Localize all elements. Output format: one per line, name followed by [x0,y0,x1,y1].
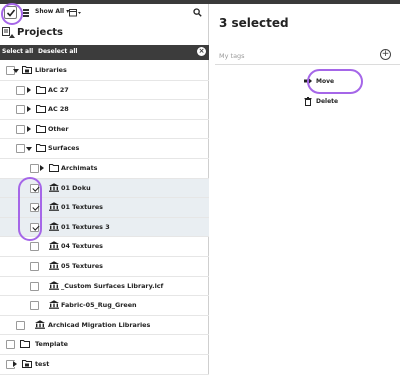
library-folder-icon [22,359,32,370]
tree-row[interactable]: Libraries [0,61,209,81]
folder-icon [36,143,46,154]
row-checkbox[interactable] [16,320,25,330]
tags-placeholder: My tags [219,52,245,60]
row-checkbox[interactable] [30,242,39,252]
tree-row-label: Template [35,340,68,349]
projects-panel: Show All ▾ Projects Select all Deselect … [0,3,209,375]
tree-row-label: 04 Textures [61,242,103,251]
row-checkbox[interactable] [30,262,39,271]
tree-row[interactable]: Archimats [0,159,209,179]
row-checkbox[interactable] [16,124,25,134]
row-checkbox[interactable] [30,301,39,311]
selection-bar: Select all Deselect all × [0,45,209,60]
tree-row-label: 05 Textures [61,262,103,270]
library-icon [49,202,59,213]
tree-row[interactable]: _Custom Surfaces Library.lcf [0,277,209,297]
list-view-icon[interactable] [23,9,29,17]
library-icon [49,300,59,311]
tree-row-label: Libraries [35,66,67,74]
delete-label: Delete [316,98,339,105]
folder-icon [36,85,46,96]
tree-row-label: 01 Doku [61,183,91,192]
tags-field[interactable]: My tags + [215,48,400,65]
projects-header: Projects [0,24,209,44]
library-icon [49,280,59,292]
select-all-button[interactable]: Select all [2,48,33,55]
tree-row-label: AC 28 [48,105,69,114]
trash-icon [304,97,312,108]
tree-row[interactable]: Template [0,335,209,355]
delete-button[interactable]: Delete [304,97,339,106]
tree-row[interactable]: Archicad Migration Libraries [0,316,209,336]
chevron-down-icon[interactable] [26,147,32,152]
row-checkbox[interactable] [30,164,39,173]
page-title: Projects [17,27,64,38]
chevron-right-icon[interactable] [40,165,44,171]
row-checkbox[interactable] [6,340,15,350]
tree-row[interactable]: Other [0,120,209,140]
tree-row-label: AC 27 [48,85,69,94]
folder-icon [49,163,59,174]
close-icon[interactable]: × [197,47,206,56]
highlight-circle [1,3,23,25]
tree-row-label: Other [48,124,69,133]
filter-label: Show All [35,8,65,15]
tree-row-label: test [35,360,50,368]
row-checkbox[interactable] [16,105,25,115]
filter-dropdown[interactable]: Show All ▾ [35,8,69,15]
tree-row[interactable]: AC 27 [0,81,209,101]
row-checkbox[interactable] [16,85,25,95]
detail-panel: 3 selected My tags + Move Delete [210,4,400,375]
calendar-sort-icon[interactable] [69,8,81,19]
tree-row[interactable]: Fabric-05_Rug_Green [0,296,209,316]
highlight-oval [307,69,363,94]
tree-row-label: 01 Textures 3 [61,222,110,231]
folder-icon [20,339,30,350]
tree-row[interactable]: AC 28 [0,100,209,120]
add-tag-icon[interactable]: + [380,49,391,60]
tree-row[interactable]: 05 Textures [0,257,209,277]
tree-row-label: _Custom Surfaces Library.lcf [61,281,164,290]
library-icon [49,261,59,272]
chevron-right-icon[interactable] [13,361,17,367]
chevron-right-icon[interactable] [27,106,31,113]
tree-row-label: Archimats [61,164,98,172]
tree-row-label: Archicad Migration Libraries [48,320,151,329]
tree-row[interactable]: Surfaces [0,139,209,159]
projects-icon [2,27,15,41]
row-checkbox[interactable] [16,144,25,154]
folder-icon [36,124,46,135]
deselect-all-button[interactable]: Deselect all [38,48,78,55]
highlight-oval [18,177,42,241]
library-icon [35,320,45,331]
tree-row-label: Fabric-05_Rug_Green [61,301,137,310]
selection-count-title: 3 selected [219,16,289,30]
tree-row-label: 01 Textures [61,203,103,212]
library-folder-icon [22,65,32,76]
tree-row[interactable]: test [0,355,209,375]
chevron-right-icon[interactable] [27,125,31,132]
row-checkbox[interactable] [30,281,39,291]
folder-icon [36,104,46,115]
library-icon [49,182,59,194]
tree-row-label: Surfaces [48,144,80,153]
search-icon[interactable] [193,8,202,19]
toolbar: Show All ▾ [0,3,209,25]
chevron-right-icon[interactable] [27,86,31,93]
chevron-down-icon[interactable] [13,69,19,73]
library-icon [49,241,59,252]
library-icon [49,222,59,233]
